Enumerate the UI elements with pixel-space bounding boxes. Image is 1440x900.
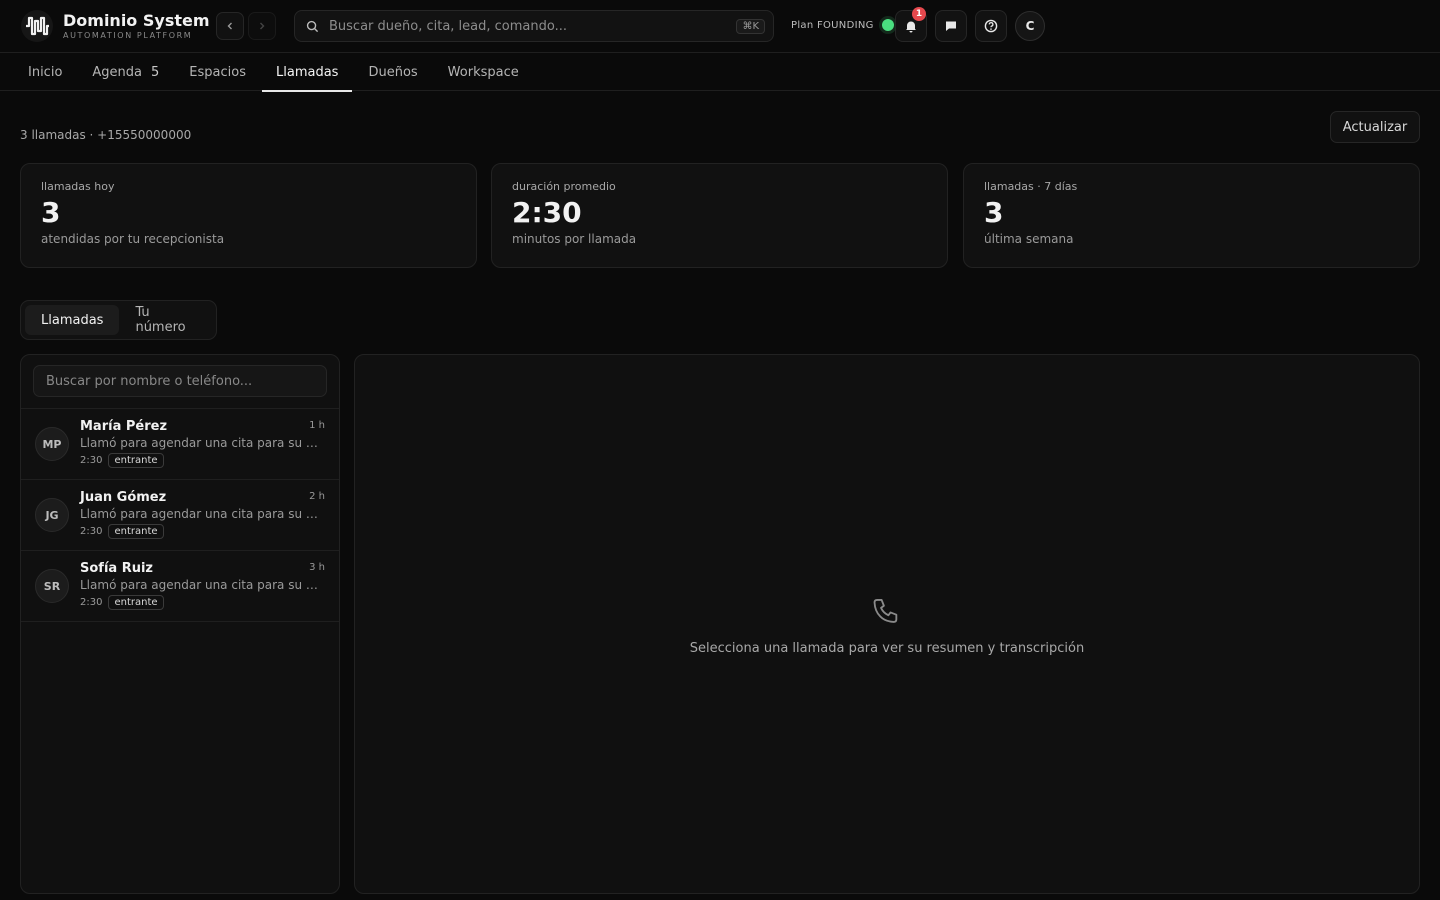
stat-card-average-duration: duración promedio 2:30 minutos por llama… [491,163,948,268]
notifications-button[interactable]: 1 [895,7,927,42]
segment-tu-numero[interactable]: Tu número [119,305,212,335]
call-duration: 2:30 [80,597,103,608]
user-avatar-button[interactable]: C [1015,11,1045,41]
tab-count: 5 [151,64,160,80]
call-item[interactable]: JG Juan Gómez 2 h Llamó para agendar una… [21,480,339,551]
plan-status-dot [881,19,894,31]
refresh-button[interactable]: Actualizar [1330,111,1420,143]
call-time: 3 h [309,562,325,573]
brand-title: Dominio System [63,11,210,30]
call-meta: 2:30 entrante [80,453,164,468]
empty-state-message: Selecciona una llamada para ver su resum… [689,641,1085,656]
stat-value: 2:30 [512,196,582,229]
stat-subtitle: minutos por llamada [512,232,637,246]
bell-icon [906,21,916,33]
caller-avatar: MP [35,427,69,461]
call-direction-tag: entrante [108,595,164,610]
notification-badge: 1 [912,7,926,21]
waveform-logo-icon [26,16,49,36]
caller-avatar: SR [35,569,69,603]
calls-search-input[interactable]: Buscar por nombre o teléfono... [33,365,327,397]
help-button[interactable] [975,10,1007,42]
caller-name: Juan Gómez [80,490,167,505]
brand-subtitle: AUTOMATION PLATFORM [63,31,193,40]
caller-name: Sofía Ruiz [80,561,153,576]
tab-label: Llamadas [276,64,339,80]
main-nav-tabs: Inicio Agenda 5 Espacios Llamadas Dueños … [0,53,1440,92]
search-icon [306,20,319,32]
call-direction-tag: entrante [108,524,164,539]
brand-logo[interactable] [21,10,53,42]
stat-label: llamadas hoy [41,180,115,193]
call-meta: 2:30 entrante [80,595,164,610]
stat-subtitle: atendidas por tu recepcionista [41,232,225,246]
call-description: Llamó para agendar una cita para su masc… [80,507,325,521]
call-detail-panel: Selecciona una llamada para ver su resum… [354,354,1420,894]
call-meta: 2:30 entrante [80,524,164,539]
stat-value: 3 [41,196,61,229]
messages-button[interactable] [935,10,967,42]
tab-label: Inicio [28,64,63,80]
stat-label: llamadas · 7 días [984,180,1078,193]
calls-summary: 3 llamadas · +15550000000 [20,128,192,142]
phone-icon [873,599,898,623]
calls-list-panel: Buscar por nombre o teléfono... MP María… [20,354,340,894]
empty-state: Selecciona una llamada para ver su resum… [355,595,1419,656]
tab-workspace[interactable]: Workspace [434,53,533,91]
stat-subtitle: última semana [984,232,1074,246]
top-bar: Dominio System AUTOMATION PLATFORM Busca… [0,0,1440,53]
view-segmented-control: Llamadas Tu número [20,300,217,340]
stat-card-calls-today: llamadas hoy 3 atendidas por tu recepcio… [20,163,477,268]
stat-card-calls-week: llamadas · 7 días 3 última semana [963,163,1420,268]
call-description: Llamó para agendar una cita para su masc… [80,578,325,592]
tab-llamadas[interactable]: Llamadas [262,53,353,92]
global-search-placeholder: Buscar dueño, cita, lead, comando... [329,18,567,34]
help-circle-icon [984,19,998,33]
tab-espacios[interactable]: Espacios [175,53,260,91]
call-time: 2 h [309,491,325,502]
stat-value: 3 [984,196,1004,229]
caller-name: María Pérez [80,419,168,434]
tab-label: Agenda [92,64,143,80]
chevron-left-icon [227,22,232,30]
search-shortcut: ⌘K [736,18,765,34]
chevron-right-icon [260,22,265,30]
global-search-input[interactable]: Buscar dueño, cita, lead, comando... ⌘K [294,10,774,42]
caller-avatar: JG [35,498,69,532]
call-duration: 2:30 [80,455,103,466]
chat-icon [946,21,956,31]
tab-agenda[interactable]: Agenda 5 [78,53,173,91]
call-direction-tag: entrante [108,453,164,468]
tab-label: Workspace [447,64,519,80]
tab-label: Espacios [189,64,246,80]
plan-label: Plan FOUNDING [791,19,874,31]
calls-list: MP María Pérez 1 h Llamó para agendar un… [21,408,339,622]
brand: Dominio System AUTOMATION PLATFORM [63,11,210,41]
stat-label: duración promedio [512,180,616,193]
segment-llamadas[interactable]: Llamadas [25,305,120,335]
back-button[interactable] [216,12,244,40]
tab-label: Dueños [368,64,418,80]
call-description: Llamó para agendar una cita para su masc… [80,436,325,450]
call-item[interactable]: MP María Pérez 1 h Llamó para agendar un… [21,409,339,480]
tab-duenos[interactable]: Dueños [354,53,431,91]
call-duration: 2:30 [80,526,103,537]
plan-indicator[interactable]: Plan FOUNDING [791,19,894,31]
call-time: 1 h [309,420,325,431]
forward-button[interactable] [248,12,276,40]
call-item[interactable]: SR Sofía Ruiz 3 h Llamó para agendar una… [21,551,339,622]
tab-inicio[interactable]: Inicio [14,53,76,91]
